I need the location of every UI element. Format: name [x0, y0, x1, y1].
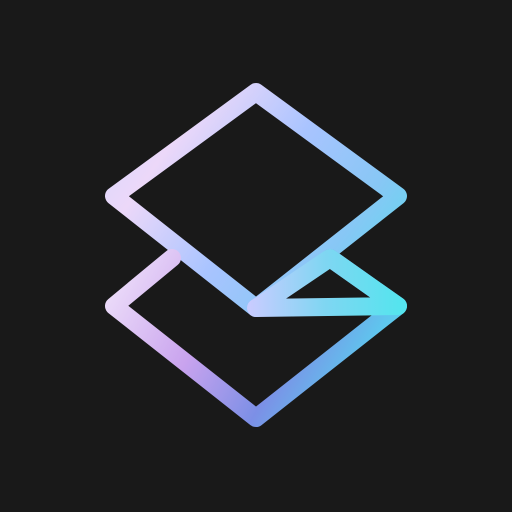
- app-icon-background: [0, 0, 512, 512]
- fold-flap-outline: [247, 249, 407, 317]
- stacked-layers-icon: [105, 83, 407, 427]
